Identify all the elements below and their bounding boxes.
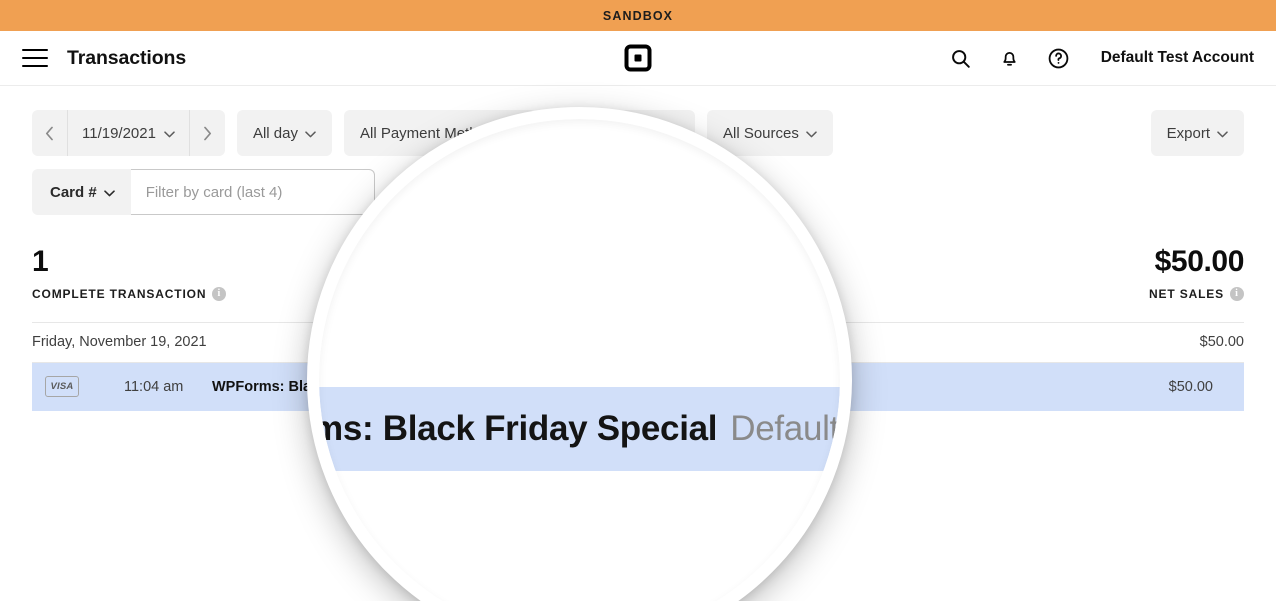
info-icon[interactable]: i [212, 286, 227, 301]
net-sales-stat: $50.00 NET SALES i [1149, 246, 1244, 301]
date-navigator: 11/19/2021 [32, 110, 225, 156]
chevron-down-icon [305, 125, 316, 142]
date-prev-button[interactable] [32, 110, 67, 156]
net-sales-label: NET SALES i [1149, 286, 1244, 301]
bell-icon[interactable] [997, 45, 1023, 71]
page-title: Transactions [67, 46, 187, 69]
card-number-search-input[interactable] [130, 169, 375, 215]
chevron-down-icon [103, 184, 115, 201]
magnified-customer: Default Test [730, 409, 840, 448]
transactions-date-total: $50.00 [1199, 334, 1244, 350]
date-next-button[interactable] [190, 110, 225, 156]
complete-transactions-value: 1 [32, 245, 49, 278]
date-picker-button[interactable]: 11/19/2021 [67, 110, 190, 156]
card-number-label: Card # [50, 183, 97, 201]
complete-transactions-label-text: COMPLETE TRANSACTION [32, 286, 207, 301]
square-logo [624, 44, 652, 72]
magnifier-content: ms: Black Friday Special Default Test [319, 119, 840, 601]
net-sales-label-text: NET SALES [1149, 286, 1224, 301]
visa-card-icon: VISA [45, 376, 79, 397]
hamburger-icon[interactable] [22, 49, 48, 67]
info-icon[interactable]: i [1230, 286, 1244, 301]
help-circle-icon[interactable] [1046, 45, 1072, 71]
account-menu[interactable]: Default Test Account [1101, 49, 1254, 67]
net-sales-value: $50.00 [1154, 245, 1245, 278]
card-number-filter-group: Card # [32, 169, 375, 215]
transaction-time: 11:04 am [124, 378, 184, 395]
transactions-date-label: Friday, November 19, 2021 [32, 334, 207, 350]
chevron-down-icon [164, 125, 175, 142]
sandbox-banner-label: SANDBOX [602, 8, 674, 23]
top-navigation-bar: Transactions Default Test Account [0, 31, 1276, 86]
complete-transactions-stat: 1 COMPLETE TRANSACTION i [32, 245, 227, 301]
sources-label: All Sources [723, 124, 799, 142]
search-icon[interactable] [948, 45, 974, 71]
card-number-type-dropdown[interactable]: Card # [32, 169, 131, 215]
nav-left-group: Transactions [0, 47, 186, 70]
chevron-down-icon [806, 125, 817, 142]
sandbox-banner: SANDBOX [0, 0, 1276, 31]
magnified-text: ms: Black Friday Special Default Test [319, 387, 840, 471]
magnified-description: ms: Black Friday Special [319, 409, 718, 448]
transaction-amount: $50.00 [1168, 378, 1213, 395]
chevron-down-icon [1217, 125, 1228, 142]
time-range-filter[interactable]: All day [236, 110, 332, 156]
export-label: Export [1166, 124, 1210, 142]
app-page: SANDBOX Transactions Default Test Accoun… [0, 0, 1276, 601]
complete-transactions-label: COMPLETE TRANSACTION i [32, 286, 227, 301]
date-value: 11/19/2021 [82, 124, 156, 142]
visa-card-label: VISA [50, 381, 74, 392]
nav-right-group: Default Test Account [948, 31, 1254, 85]
time-range-label: All day [252, 124, 298, 142]
export-button[interactable]: Export [1150, 110, 1244, 156]
